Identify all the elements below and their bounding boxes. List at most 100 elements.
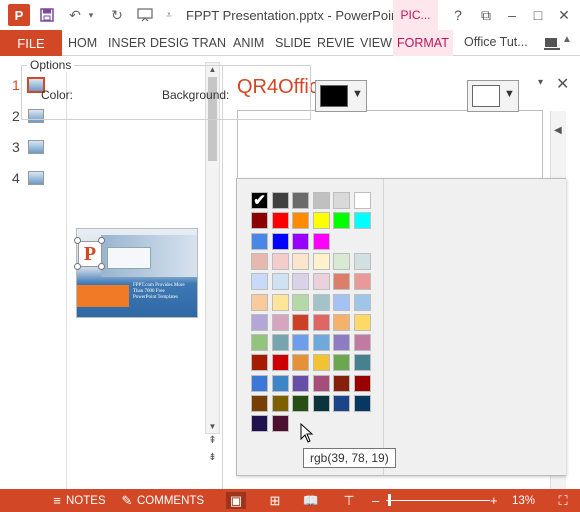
undo-dropdown-icon[interactable]: ▾ <box>82 6 100 24</box>
color-swatch[interactable] <box>271 415 289 433</box>
zoom-out-button[interactable]: – <box>372 489 379 512</box>
color-swatch[interactable] <box>333 313 350 331</box>
color-swatch[interactable] <box>353 293 371 311</box>
powerpoint-app-icon[interactable]: P <box>8 4 30 26</box>
color-swatch[interactable] <box>271 395 289 412</box>
color-swatch[interactable] <box>312 212 330 230</box>
color-swatch[interactable] <box>312 232 330 250</box>
color-swatch[interactable] <box>312 252 330 270</box>
color-swatch[interactable] <box>312 313 330 331</box>
resize-handle[interactable] <box>98 237 105 244</box>
ribbon-display-options-icon[interactable]: ⧉ <box>476 6 496 24</box>
minimize-button[interactable]: – <box>502 6 522 24</box>
color-swatch[interactable] <box>333 273 350 291</box>
tab-file[interactable]: FILE <box>0 30 62 56</box>
slide-sorter-icon[interactable]: ⊞ <box>266 492 284 509</box>
color-swatch[interactable] <box>333 252 350 270</box>
zoom-in-button[interactable]: + <box>490 489 498 512</box>
account-name[interactable]: Office Tut... <box>464 35 528 49</box>
color-swatch[interactable] <box>271 313 289 331</box>
slide-show-icon[interactable]: ⊤ <box>340 492 358 509</box>
color-swatch[interactable] <box>271 273 289 291</box>
color-swatch[interactable] <box>312 192 330 209</box>
color-swatch[interactable] <box>251 334 268 352</box>
resize-handle[interactable] <box>74 237 81 244</box>
color-swatch[interactable] <box>353 192 371 209</box>
color-swatch[interactable] <box>251 313 268 331</box>
color-swatch[interactable] <box>353 252 371 270</box>
tab-design[interactable]: DESIG <box>150 30 189 56</box>
color-swatch[interactable] <box>292 232 309 250</box>
color-swatch[interactable] <box>312 395 330 412</box>
pane-menu-icon[interactable]: ▾ <box>538 77 552 91</box>
color-swatch[interactable] <box>251 252 268 270</box>
color-swatch[interactable] <box>312 354 330 372</box>
zoom-slider-thumb[interactable] <box>388 494 392 506</box>
color-swatch[interactable] <box>251 273 268 291</box>
notes-button[interactable]: NOTES <box>66 489 106 512</box>
color-swatch[interactable] <box>251 374 268 392</box>
color-swatch[interactable] <box>333 293 350 311</box>
redo-icon[interactable]: ↻ <box>108 6 126 24</box>
color-swatch[interactable] <box>292 395 309 412</box>
comments-icon[interactable]: ✎ <box>120 492 134 509</box>
color-picker-button[interactable]: ▼ <box>315 80 367 112</box>
color-swatch[interactable] <box>333 192 350 209</box>
color-swatch[interactable] <box>333 212 350 230</box>
tab-transitions[interactable]: TRAN <box>192 30 226 56</box>
normal-view-icon[interactable]: ▣ <box>226 492 246 509</box>
help-icon[interactable]: ? <box>448 6 468 24</box>
account-avatar-icon[interactable] <box>543 34 561 52</box>
background-picker-button[interactable]: ▼ <box>467 80 519 112</box>
notes-icon[interactable]: ≡ <box>50 492 64 509</box>
picture-tools-context-tab[interactable]: PIC... <box>393 0 438 30</box>
reading-view-icon[interactable]: 📖 <box>302 492 320 509</box>
color-swatch[interactable] <box>251 191 268 209</box>
color-swatch[interactable] <box>292 252 309 270</box>
next-slide-icon[interactable]: ⇟ <box>205 450 220 464</box>
color-swatch[interactable] <box>333 374 350 392</box>
color-swatch[interactable] <box>312 273 330 291</box>
color-swatch[interactable] <box>353 374 371 392</box>
color-swatch[interactable] <box>292 212 309 230</box>
color-swatch[interactable] <box>271 354 289 372</box>
color-swatch[interactable] <box>353 212 371 230</box>
color-swatch[interactable] <box>271 374 289 392</box>
close-window-button[interactable]: ✕ <box>554 6 574 24</box>
color-swatch[interactable] <box>251 354 268 372</box>
color-swatch[interactable] <box>292 313 309 331</box>
color-swatch[interactable] <box>292 374 309 392</box>
maximize-button[interactable]: □ <box>528 6 548 24</box>
color-swatch[interactable] <box>271 334 289 352</box>
resize-handle[interactable] <box>74 263 81 270</box>
color-swatch[interactable] <box>271 232 289 250</box>
color-swatch[interactable] <box>353 313 371 331</box>
customize-toolbar-icon[interactable]: ⩡ <box>160 6 178 24</box>
tab-home[interactable]: HOM <box>68 30 97 56</box>
save-icon[interactable] <box>38 6 56 24</box>
color-swatch[interactable] <box>292 273 309 291</box>
color-swatch[interactable] <box>292 334 309 352</box>
color-swatch[interactable] <box>251 212 268 230</box>
color-swatch[interactable] <box>251 395 268 412</box>
scroll-down-arrow-icon[interactable]: ▼ <box>206 420 219 433</box>
color-swatch[interactable] <box>271 252 289 270</box>
color-swatch[interactable] <box>251 232 268 250</box>
previous-slide-icon[interactable]: ⇞ <box>205 433 220 447</box>
tab-review[interactable]: REVIE <box>317 30 355 56</box>
color-swatch[interactable] <box>251 293 268 311</box>
color-swatch[interactable] <box>353 354 371 372</box>
slide-thumbnail-3[interactable]: 3 <box>0 137 66 159</box>
color-swatch[interactable] <box>271 192 289 209</box>
slide-thumbnail-4[interactable]: 4 <box>0 168 66 190</box>
zoom-level[interactable]: 13% <box>512 489 535 512</box>
color-swatch[interactable] <box>292 192 309 209</box>
fit-to-window-icon[interactable]: ⛶ <box>554 492 572 509</box>
color-swatch[interactable] <box>312 374 330 392</box>
start-from-beginning-icon[interactable] <box>136 6 154 24</box>
color-swatch[interactable] <box>353 395 371 412</box>
color-swatch[interactable] <box>333 354 350 372</box>
pane-close-icon[interactable]: ✕ <box>556 74 572 93</box>
comments-button[interactable]: COMMENTS <box>137 489 204 512</box>
tab-animations[interactable]: ANIM <box>233 30 264 56</box>
